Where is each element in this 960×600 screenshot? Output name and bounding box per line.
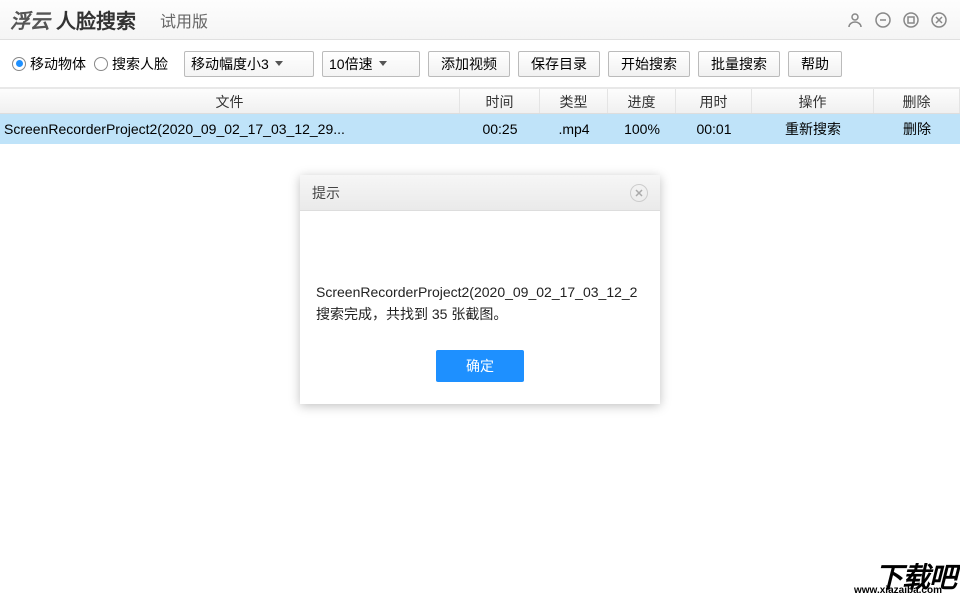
dialog-line2: 搜索完成，共找到 35 张截图。 <box>316 303 644 325</box>
watermark: 下载吧 www.xiazaiba.com <box>875 556 956 596</box>
dialog-line1: ScreenRecorderProject2(2020_09_02_17_03_… <box>316 281 644 303</box>
watermark-url: www.xiazaiba.com <box>854 585 942 596</box>
dialog-footer: 确定 <box>300 346 660 404</box>
dialog-header: 提示 <box>300 175 660 211</box>
dialog: 提示 ScreenRecorderProject2(2020_09_02_17_… <box>300 175 660 404</box>
dialog-overlay: 提示 ScreenRecorderProject2(2020_09_02_17_… <box>0 0 960 600</box>
dialog-ok-button[interactable]: 确定 <box>436 350 524 382</box>
dialog-close-button[interactable] <box>630 184 648 202</box>
dialog-body: ScreenRecorderProject2(2020_09_02_17_03_… <box>300 211 660 346</box>
dialog-title: 提示 <box>312 183 340 203</box>
